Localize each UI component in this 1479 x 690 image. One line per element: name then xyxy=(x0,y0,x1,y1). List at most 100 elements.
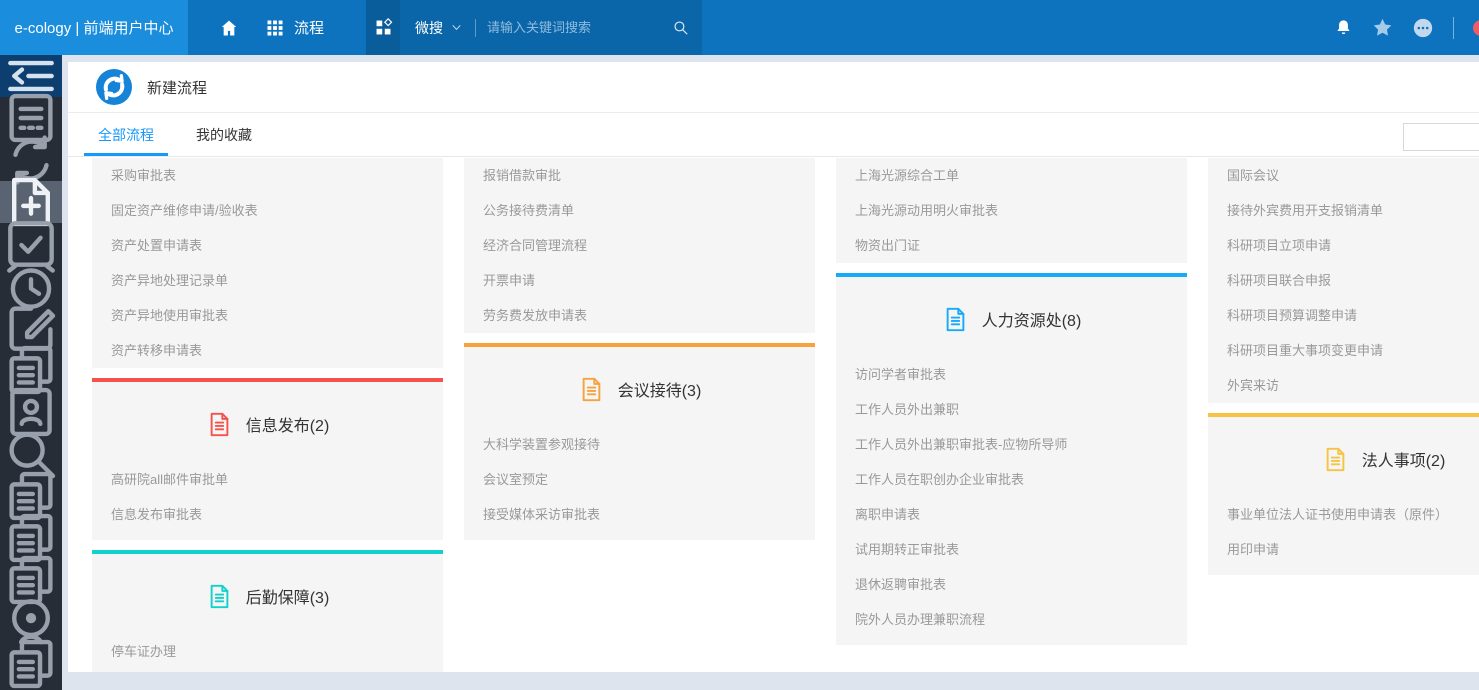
category-header: 人力资源处(8) xyxy=(836,277,1187,357)
workflow-item[interactable]: 工作人员外出兼职 xyxy=(836,392,1187,427)
workflow-list: 高研院all邮件审批单信息发布审批表 xyxy=(92,462,443,540)
topbar-divider xyxy=(1453,17,1454,39)
category-card: 法人事项(2) 事业单位法人证书使用申请表（原件）用印申请 xyxy=(1208,413,1479,575)
workflow-column: 采购审批表固定资产维修申请/验收表资产处置申请表资产异地处理记录单资产异地使用审… xyxy=(92,158,443,672)
tab-row: 全部流程 我的收藏 xyxy=(68,112,1479,157)
topbar-right-icons xyxy=(1334,17,1479,39)
category-header: 信息发布(2) xyxy=(92,382,443,462)
workflow-item[interactable]: 开票申请 xyxy=(464,263,815,298)
category-title: 人力资源处(8) xyxy=(982,307,1082,331)
document-icon xyxy=(942,306,969,333)
workflow-item[interactable]: 国际会议 xyxy=(1208,158,1479,193)
copy-icon xyxy=(0,633,62,690)
category-header: 后勤保障(3) xyxy=(92,554,443,634)
workflow-item[interactable]: 经济合同管理流程 xyxy=(464,228,815,263)
workflow-item[interactable]: 科研项目预算调整申请 xyxy=(1208,298,1479,333)
apps-grid-icon xyxy=(265,18,285,38)
workflow-item[interactable]: 资产异地使用审批表 xyxy=(92,298,443,333)
home-icon[interactable] xyxy=(219,18,239,38)
document-icon xyxy=(1322,446,1349,473)
workflow-item[interactable]: 高研院all邮件审批单 xyxy=(92,462,443,497)
workflow-item[interactable]: 外宾来访 xyxy=(1208,368,1479,403)
left-sidebar xyxy=(0,55,62,690)
page-title: 新建流程 xyxy=(147,77,207,98)
tab-my-favorites[interactable]: 我的收藏 xyxy=(190,113,258,156)
workflow-item[interactable]: 上海光源动用明火审批表 xyxy=(836,193,1187,228)
category-title: 后勤保障(3) xyxy=(246,584,330,608)
workflow-item[interactable]: 用印申请 xyxy=(1208,532,1479,567)
workflow-item[interactable]: 院外人员办理兼职流程 xyxy=(836,602,1187,637)
category-header: 会议接待(3) xyxy=(464,347,815,427)
brand-logo[interactable]: e-cology | 前端用户中心 xyxy=(0,0,188,55)
workflow-list: 上海光源综合工单上海光源动用明火审批表物资出门证 xyxy=(836,158,1187,263)
workflow-item[interactable]: 上海光源综合工单 xyxy=(836,158,1187,193)
workflow-item[interactable]: 事业单位法人证书使用申请表（原件） xyxy=(1208,497,1479,532)
more-icon[interactable] xyxy=(1412,17,1434,39)
tab-all-processes[interactable]: 全部流程 xyxy=(92,113,160,156)
workflow-column: 报销借款审批公务接待费清单经济合同管理流程开票申请劳务费发放申请表会议接待(3)… xyxy=(464,158,815,550)
workflow-item[interactable]: 劳务费发放申请表 xyxy=(464,298,815,333)
workflow-item[interactable]: 会议室预定 xyxy=(464,462,815,497)
search-scope-label[interactable]: 微搜 xyxy=(415,18,443,38)
workflow-list: 大科学装置参观接待会议室预定接受媒体采访审批表 xyxy=(464,427,815,540)
workflow-item[interactable]: 报销借款审批 xyxy=(464,158,815,193)
workflow-item[interactable]: 物资出门证 xyxy=(836,228,1187,263)
category-card: 报销借款审批公务接待费清单经济合同管理流程开票申请劳务费发放申请表 xyxy=(464,158,815,333)
bell-icon[interactable] xyxy=(1334,18,1353,37)
workflow-item[interactable]: 信息发布审批表 xyxy=(92,497,443,532)
workflow-item[interactable]: 资产转移申请表 xyxy=(92,333,443,368)
avatar[interactable] xyxy=(1473,20,1479,36)
workflow-list: 国际会议接待外宾费用开支报销清单科研项目立项申请科研项目联合申报科研项目预算调整… xyxy=(1208,158,1479,403)
category-card: 国际会议接待外宾费用开支报销清单科研项目立项申请科研项目联合申报科研项目预算调整… xyxy=(1208,158,1479,403)
workflow-filter-input[interactable] xyxy=(1403,123,1479,151)
workflow-list: 报销借款审批公务接待费清单经济合同管理流程开票申请劳务费发放申请表 xyxy=(464,158,815,333)
document-icon xyxy=(206,411,233,438)
workflow-board: 采购审批表固定资产维修申请/验收表资产处置申请表资产异地处理记录单资产异地使用审… xyxy=(68,157,1479,672)
workflow-item[interactable]: 试用期转正审批表 xyxy=(836,532,1187,567)
search-icon[interactable] xyxy=(672,19,689,36)
chevron-down-icon[interactable] xyxy=(450,21,463,34)
nav-process[interactable]: 流程 xyxy=(265,17,324,38)
workflow-item[interactable]: 资产处置申请表 xyxy=(92,228,443,263)
document-icon xyxy=(578,376,605,403)
workflow-list: 停车证办理 xyxy=(92,634,443,672)
workflow-item[interactable]: 科研项目联合申报 xyxy=(1208,263,1479,298)
workflow-item[interactable]: 离职申请表 xyxy=(836,497,1187,532)
category-card: 上海光源综合工单上海光源动用明火审批表物资出门证 xyxy=(836,158,1187,263)
workflow-item[interactable]: 科研项目立项申请 xyxy=(1208,228,1479,263)
document-icon xyxy=(206,583,233,610)
category-card: 会议接待(3)大科学装置参观接待会议室预定接受媒体采访审批表 xyxy=(464,343,815,540)
workflow-item[interactable]: 工作人员外出兼职审批表-应物所导师 xyxy=(836,427,1187,462)
workflow-item[interactable]: 资产异地处理记录单 xyxy=(92,263,443,298)
category-header: 法人事项(2) xyxy=(1208,417,1479,497)
workflow-item[interactable]: 工作人员在职创办企业审批表 xyxy=(836,462,1187,497)
new-process-icon xyxy=(96,69,132,105)
category-card: 采购审批表固定资产维修申请/验收表资产处置申请表资产异地处理记录单资产异地使用审… xyxy=(92,158,443,368)
workflow-item[interactable]: 公务接待费清单 xyxy=(464,193,815,228)
main-area: 新建流程 全部流程 我的收藏 采购审批表固定资产维修申请/验收表资产处置申请表资… xyxy=(62,55,1479,690)
workflow-column: 国际会议接待外宾费用开支报销清单科研项目立项申请科研项目联合申报科研项目预算调整… xyxy=(1208,158,1479,585)
workflow-item[interactable]: 停车证办理 xyxy=(92,634,443,669)
workflow-item[interactable]: 采购审批表 xyxy=(92,158,443,193)
workflow-item[interactable]: 接受媒体采访审批表 xyxy=(464,497,815,532)
workflow-list: 事业单位法人证书使用申请表（原件）用印申请 xyxy=(1208,497,1479,575)
global-search-input[interactable] xyxy=(487,20,666,35)
sidebar-item-copy[interactable] xyxy=(0,643,62,685)
widget-icon xyxy=(374,18,393,37)
widget-icon-button[interactable] xyxy=(366,0,400,55)
category-card: 人力资源处(8) 访问学者审批表工作人员外出兼职工作人员外出兼职审批表-应物所导师… xyxy=(836,273,1187,645)
workflow-item[interactable]: 接待外宾费用开支报销清单 xyxy=(1208,193,1479,228)
search-divider xyxy=(475,19,476,37)
workflow-column: 上海光源综合工单上海光源动用明火审批表物资出门证人力资源处(8) 访问学者审批表工… xyxy=(836,158,1187,655)
workflow-item[interactable]: 退休返聘审批表 xyxy=(836,567,1187,602)
category-title: 法人事项(2) xyxy=(1362,447,1446,471)
global-search-bar: 微搜 xyxy=(366,0,702,55)
workflow-item[interactable]: 访问学者审批表 xyxy=(836,357,1187,392)
page-header: 新建流程 xyxy=(68,62,1479,112)
workflow-item[interactable]: 科研项目重大事项变更申请 xyxy=(1208,333,1479,368)
workflow-item[interactable]: 固定资产维修申请/验收表 xyxy=(92,193,443,228)
star-icon[interactable] xyxy=(1372,17,1393,38)
category-card: 后勤保障(3) 停车证办理 xyxy=(92,550,443,672)
workflow-list: 访问学者审批表工作人员外出兼职工作人员外出兼职审批表-应物所导师工作人员在职创办… xyxy=(836,357,1187,645)
workflow-item[interactable]: 大科学装置参观接待 xyxy=(464,427,815,462)
